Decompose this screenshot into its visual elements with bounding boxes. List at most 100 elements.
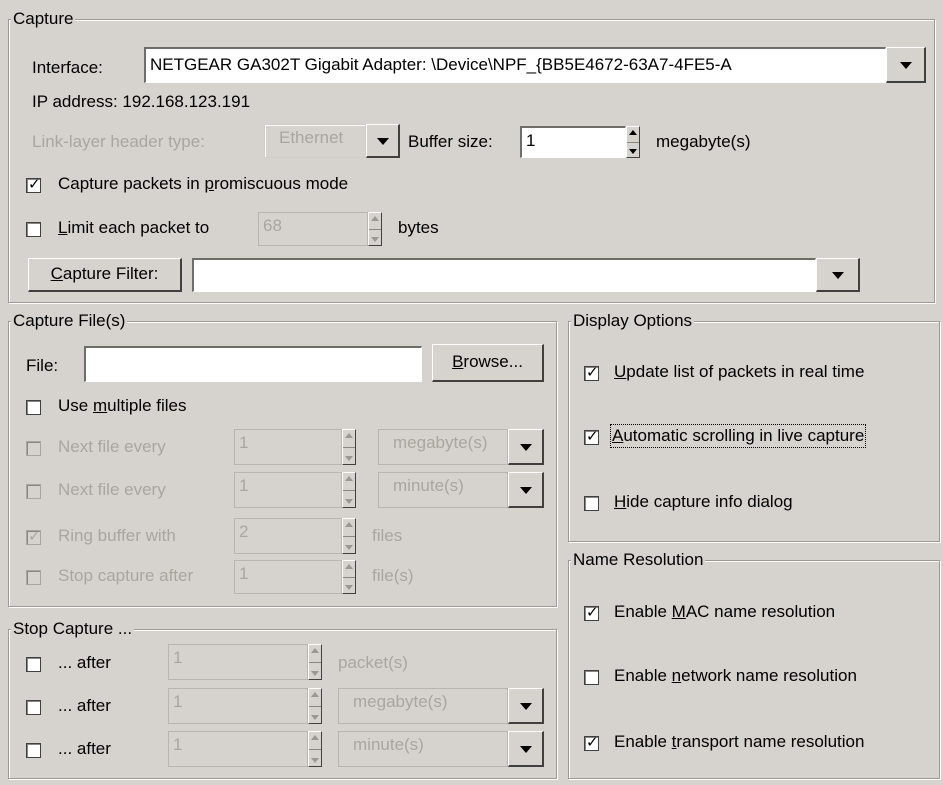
check-mark-icon: ✓ xyxy=(586,363,599,381)
name-resolution-title: Name Resolution xyxy=(571,550,706,570)
limit-packet-spinner xyxy=(368,212,382,246)
buffer-size-value: 1 xyxy=(526,131,536,150)
network-resolution-label[interactable]: Enable network name resolution xyxy=(614,666,857,686)
file-label: File: xyxy=(26,356,59,375)
check-mark-icon: ✓ xyxy=(586,733,599,751)
next-file-size-spinner xyxy=(342,429,356,465)
ring-buffer-input: 2 xyxy=(234,518,342,554)
next-file-size-label: Next file every xyxy=(58,437,166,456)
multiple-files-label[interactable]: Use multiple files xyxy=(58,396,187,416)
limit-packet-checkbox[interactable] xyxy=(26,222,41,237)
stop-size-input: 1 xyxy=(168,688,308,724)
limit-packet-input: 68 xyxy=(258,212,368,246)
ip-value: 192.168.123.191 xyxy=(122,92,251,111)
multiple-files-checkbox[interactable] xyxy=(26,400,41,415)
ring-buffer-value: 2 xyxy=(239,522,249,541)
next-file-time-spinner xyxy=(342,472,356,508)
stop-time-unit: minute(s) xyxy=(353,735,424,754)
stop-time-label[interactable]: ... after xyxy=(58,739,111,759)
buffer-size-label: Buffer size: xyxy=(408,132,493,151)
stop-size-unit: megabyte(s) xyxy=(353,692,448,711)
stop-after-files-value: 1 xyxy=(239,564,249,583)
update-realtime-label[interactable]: Update list of packets in real time xyxy=(614,362,864,382)
stop-after-files-label: Stop capture after xyxy=(58,566,194,585)
stop-size-checkbox[interactable] xyxy=(26,700,41,715)
stop-time-spinner xyxy=(308,731,322,767)
interface-dropdown-button[interactable] xyxy=(886,47,926,83)
stop-time-unit-combo: minute(s) xyxy=(338,731,508,767)
limit-packet-unit: bytes xyxy=(398,218,439,237)
next-file-size-unit: megabyte(s) xyxy=(393,433,488,452)
stop-time-input: 1 xyxy=(168,731,308,767)
next-file-size-unit-combo: megabyte(s) xyxy=(378,429,508,465)
limit-packet-label[interactable]: Limit each packet to xyxy=(58,218,209,238)
next-file-time-checkbox xyxy=(26,484,41,499)
next-file-time-unit-combo: minute(s) xyxy=(378,472,508,508)
ip-address-label: IP address: 192.168.123.191 xyxy=(32,92,250,112)
transport-resolution-label[interactable]: Enable transport name resolution xyxy=(614,732,864,752)
check-mark-icon: ✓ xyxy=(586,603,599,621)
stop-size-value: 1 xyxy=(173,692,183,711)
ring-buffer-spinner xyxy=(342,518,356,554)
next-file-time-unit-dropdown xyxy=(508,472,544,508)
next-file-size-checkbox xyxy=(26,441,41,456)
stop-after-files-checkbox xyxy=(26,570,41,585)
stop-size-spinner xyxy=(308,688,322,724)
capture-group-title: Capture xyxy=(11,9,76,29)
link-layer-combo: Ethernet xyxy=(264,124,366,158)
next-file-time-value: 1 xyxy=(239,476,249,495)
stop-time-value: 1 xyxy=(173,735,183,754)
next-file-size-input: 1 xyxy=(234,429,342,465)
stop-after-files-spinner xyxy=(342,560,356,594)
stop-packets-label[interactable]: ... after xyxy=(58,653,111,673)
browse-button[interactable]: Browse... xyxy=(432,344,544,382)
auto-scroll-checkbox[interactable]: ✓ xyxy=(584,427,599,445)
stop-after-files-input: 1 xyxy=(234,560,342,594)
stop-packets-unit: packet(s) xyxy=(338,653,408,672)
stop-time-checkbox[interactable] xyxy=(26,743,41,758)
link-layer-label: Link-layer header type: xyxy=(32,132,205,151)
hide-info-dialog-checkbox[interactable] xyxy=(584,496,599,511)
update-realtime-checkbox[interactable]: ✓ xyxy=(584,363,599,381)
check-mark-icon: ✓ xyxy=(28,527,41,545)
buffer-size-input[interactable]: 1 xyxy=(520,126,626,158)
buffer-size-spinner[interactable] xyxy=(626,126,640,158)
next-file-size-value: 1 xyxy=(239,433,249,452)
capture-filter-dropdown-button[interactable] xyxy=(816,258,860,292)
stop-after-files-unit: file(s) xyxy=(372,566,414,585)
promiscuous-label[interactable]: Capture packets in promiscuous mode xyxy=(58,174,348,194)
next-file-size-unit-dropdown xyxy=(508,429,544,465)
check-mark-icon: ✓ xyxy=(28,175,41,193)
stop-size-label[interactable]: ... after xyxy=(58,696,111,716)
ip-label-text: IP address: xyxy=(32,92,118,111)
limit-packet-value: 68 xyxy=(263,216,282,235)
stop-size-unit-combo: megabyte(s) xyxy=(338,688,508,724)
hide-info-dialog-label[interactable]: Hide capture info dialog xyxy=(614,492,793,512)
stop-packets-value: 1 xyxy=(173,648,183,667)
interface-value: NETGEAR GA302T Gigabit Adapter: \Device\… xyxy=(150,55,732,74)
capture-files-title: Capture File(s) xyxy=(11,311,128,331)
stop-size-unit-dropdown xyxy=(508,688,544,724)
link-layer-dropdown-button xyxy=(366,124,400,158)
ring-buffer-label: Ring buffer with xyxy=(58,526,176,545)
file-input[interactable] xyxy=(84,346,422,382)
network-resolution-checkbox[interactable] xyxy=(584,670,599,685)
stop-packets-checkbox[interactable] xyxy=(26,657,41,672)
promiscuous-checkbox[interactable]: ✓ xyxy=(26,175,41,193)
capture-filter-input[interactable] xyxy=(192,258,816,292)
next-file-time-input: 1 xyxy=(234,472,342,508)
auto-scroll-label[interactable]: Automatic scrolling in live capture xyxy=(609,424,867,448)
check-mark-icon: ✓ xyxy=(586,427,599,445)
transport-resolution-checkbox[interactable]: ✓ xyxy=(584,733,599,751)
next-file-time-unit: minute(s) xyxy=(393,476,464,495)
stop-packets-input: 1 xyxy=(168,644,308,680)
mac-resolution-label[interactable]: Enable MAC name resolution xyxy=(614,602,835,622)
mac-resolution-checkbox[interactable]: ✓ xyxy=(584,603,599,621)
interface-combo[interactable]: NETGEAR GA302T Gigabit Adapter: \Device\… xyxy=(144,47,886,83)
link-layer-value: Ethernet xyxy=(279,128,344,147)
ring-buffer-checkbox: ✓ xyxy=(26,527,41,545)
stop-packets-spinner xyxy=(308,644,322,680)
ring-buffer-unit: files xyxy=(372,526,403,545)
capture-filter-button[interactable]: Capture Filter: xyxy=(28,258,182,292)
display-options-title: Display Options xyxy=(571,311,695,331)
